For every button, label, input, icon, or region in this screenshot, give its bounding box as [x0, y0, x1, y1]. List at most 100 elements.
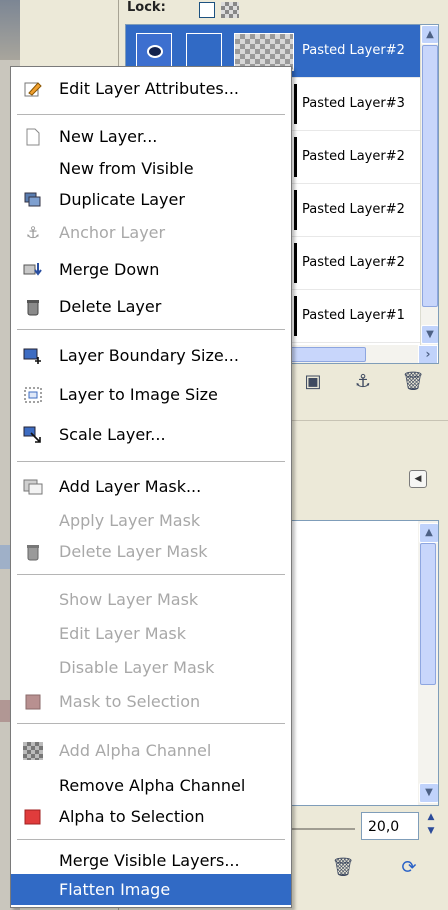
scroll-thumb[interactable] — [422, 45, 438, 307]
anchor-icon: ⚓ — [25, 223, 41, 242]
canvas-photo — [0, 0, 20, 60]
menu-item-new-layer[interactable]: New Layer... — [11, 121, 291, 153]
menu-item-label: Delete Layer — [59, 297, 162, 316]
menu-item-label: Merge Down — [59, 260, 160, 279]
scroll-right-icon[interactable]: › — [418, 345, 438, 363]
menu-item-label: Flatten Image — [59, 880, 171, 899]
visibility-eye-icon[interactable] — [136, 33, 172, 69]
scroll-down-icon[interactable]: ▼ — [421, 325, 438, 344]
menu-item-label: Alpha to Selection — [59, 807, 205, 826]
delete-brush-icon[interactable]: 🗑 — [331, 856, 355, 880]
layer-name: Pasted Layer#2 — [302, 255, 405, 270]
page-icon — [26, 128, 40, 146]
menu-item-label: Merge Visible Layers... — [59, 851, 240, 870]
menu-item-label: Edit Layer Mask — [59, 624, 186, 643]
menu-item-label: Scale Layer... — [59, 425, 166, 444]
red-square-icon — [24, 809, 41, 825]
menu-item-add-layer-mask[interactable]: Add Layer Mask... — [11, 471, 291, 503]
menu-item-label: Layer Boundary Size... — [59, 346, 239, 365]
menu-item-mask-to-selection[interactable]: Mask to Selection — [11, 686, 291, 718]
layer-name: Pasted Layer#2 — [302, 149, 405, 164]
menu-separator — [17, 329, 285, 330]
screen: Lock: Pasted Layer#2 Pasted Layer#3 Past… — [0, 0, 448, 910]
duplicate-layer-icon[interactable]: ▣ — [301, 370, 325, 394]
menu-separator — [17, 723, 285, 724]
menu-item-label: Apply Layer Mask — [59, 511, 201, 530]
spin-up-icon[interactable]: ▲ — [423, 812, 439, 826]
menu-item-edit-layer-mask[interactable]: Edit Layer Mask — [11, 618, 291, 650]
pencil-icon — [24, 82, 42, 97]
menu-item-delete-layer[interactable]: Delete Layer — [11, 291, 291, 323]
menu-item-duplicate-layer[interactable]: Duplicate Layer — [11, 184, 291, 216]
layer-list-vscrollbar[interactable]: ▲ ▼ — [420, 25, 438, 345]
layer-thumbnail — [294, 243, 297, 283]
menu-separator — [17, 839, 285, 840]
menu-item-label: Mask to Selection — [59, 692, 201, 711]
menu-item-merge-down[interactable]: Merge Down — [11, 254, 291, 286]
menu-item-show-layer-mask[interactable]: Show Layer Mask — [11, 584, 291, 616]
anchor-layer-icon[interactable]: ⚓ — [351, 370, 375, 394]
brushes-vscrollbar[interactable]: ▲ ▼ — [418, 521, 438, 805]
layer-name: Pasted Layer#2 — [302, 43, 405, 58]
menu-item-label: Edit Layer Attributes... — [59, 79, 240, 98]
duplicate-icon — [24, 192, 41, 207]
menu-item-label: New from Visible — [59, 159, 194, 178]
layer-thumbnail — [294, 137, 297, 177]
layer-thumbnail — [294, 190, 297, 230]
spin-down-icon[interactable]: ▼ — [423, 826, 439, 840]
menu-item-layer-to-image-size[interactable]: Layer to Image Size — [11, 379, 291, 411]
menu-item-disable-layer-mask[interactable]: Disable Layer Mask — [11, 652, 291, 684]
layer-context-menu: Edit Layer Attributes... New Layer... Ne… — [10, 66, 292, 908]
mask-icon — [23, 479, 43, 495]
menu-item-flatten-image[interactable]: Flatten Image — [11, 874, 291, 905]
menu-item-remove-alpha-channel[interactable]: Remove Alpha Channel — [11, 770, 291, 802]
menu-item-label: New Layer... — [59, 127, 158, 146]
delete-layer-icon[interactable]: 🗑 — [401, 370, 425, 394]
menu-item-label: Duplicate Layer — [59, 190, 185, 209]
trash-icon — [27, 300, 39, 316]
menu-item-delete-layer-mask[interactable]: Delete Layer Mask — [11, 536, 291, 568]
menu-item-scale-layer[interactable]: Scale Layer... — [11, 419, 291, 451]
menu-item-alpha-to-selection[interactable]: Alpha to Selection — [11, 801, 291, 833]
menu-separator — [17, 461, 285, 462]
menu-item-label: Remove Alpha Channel — [59, 776, 246, 795]
menu-item-label: Add Layer Mask... — [59, 477, 202, 496]
mask-selection-icon — [25, 694, 41, 710]
menu-item-apply-layer-mask[interactable]: Apply Layer Mask — [11, 505, 291, 537]
menu-item-label: Add Alpha Channel — [59, 741, 212, 760]
merge-down-icon — [23, 263, 42, 276]
menu-separator — [17, 574, 285, 575]
menu-separator — [17, 114, 285, 115]
menu-item-edit-layer-attributes[interactable]: Edit Layer Attributes... — [11, 73, 291, 105]
lock-pixels-checkbox[interactable] — [199, 2, 215, 18]
scroll-down-icon[interactable]: ▼ — [419, 783, 438, 803]
menu-item-layer-boundary-size[interactable]: Layer Boundary Size... — [11, 340, 291, 372]
tab-menu-arrow-icon[interactable]: ◀ — [409, 470, 427, 488]
refresh-icon[interactable]: ⟳ — [397, 856, 421, 880]
layer-name: Pasted Layer#3 — [302, 96, 405, 111]
checker-icon — [23, 742, 43, 760]
lock-alpha-icon[interactable] — [221, 2, 239, 18]
boundary-icon — [23, 348, 41, 364]
layer-thumbnail — [294, 296, 297, 336]
lock-label: Lock: — [127, 0, 166, 15]
layer-name: Pasted Layer#1 — [302, 308, 405, 323]
chain-toggle[interactable] — [186, 33, 222, 69]
spacing-spinner[interactable]: ▲ ▼ — [423, 812, 439, 840]
menu-item-label: Delete Layer Mask — [59, 542, 208, 561]
menu-item-label: Layer to Image Size — [59, 385, 218, 404]
menu-item-new-from-visible[interactable]: New from Visible — [11, 153, 291, 185]
scroll-up-icon[interactable]: ▲ — [421, 25, 438, 44]
menu-item-anchor-layer[interactable]: ⚓ Anchor Layer — [11, 217, 291, 249]
menu-item-merge-visible-layers[interactable]: Merge Visible Layers... — [11, 845, 291, 877]
scroll-up-icon[interactable]: ▲ — [419, 523, 438, 543]
scale-icon — [23, 426, 41, 443]
fit-icon — [24, 387, 42, 403]
menu-item-add-alpha-channel[interactable]: Add Alpha Channel — [11, 735, 291, 767]
trash-icon — [27, 545, 39, 561]
menu-item-label: Disable Layer Mask — [59, 658, 215, 677]
layer-name: Pasted Layer#2 — [302, 202, 405, 217]
scroll-thumb[interactable] — [420, 543, 436, 685]
spacing-input[interactable]: 20,0 — [361, 812, 419, 840]
menu-item-label: Show Layer Mask — [59, 590, 199, 609]
